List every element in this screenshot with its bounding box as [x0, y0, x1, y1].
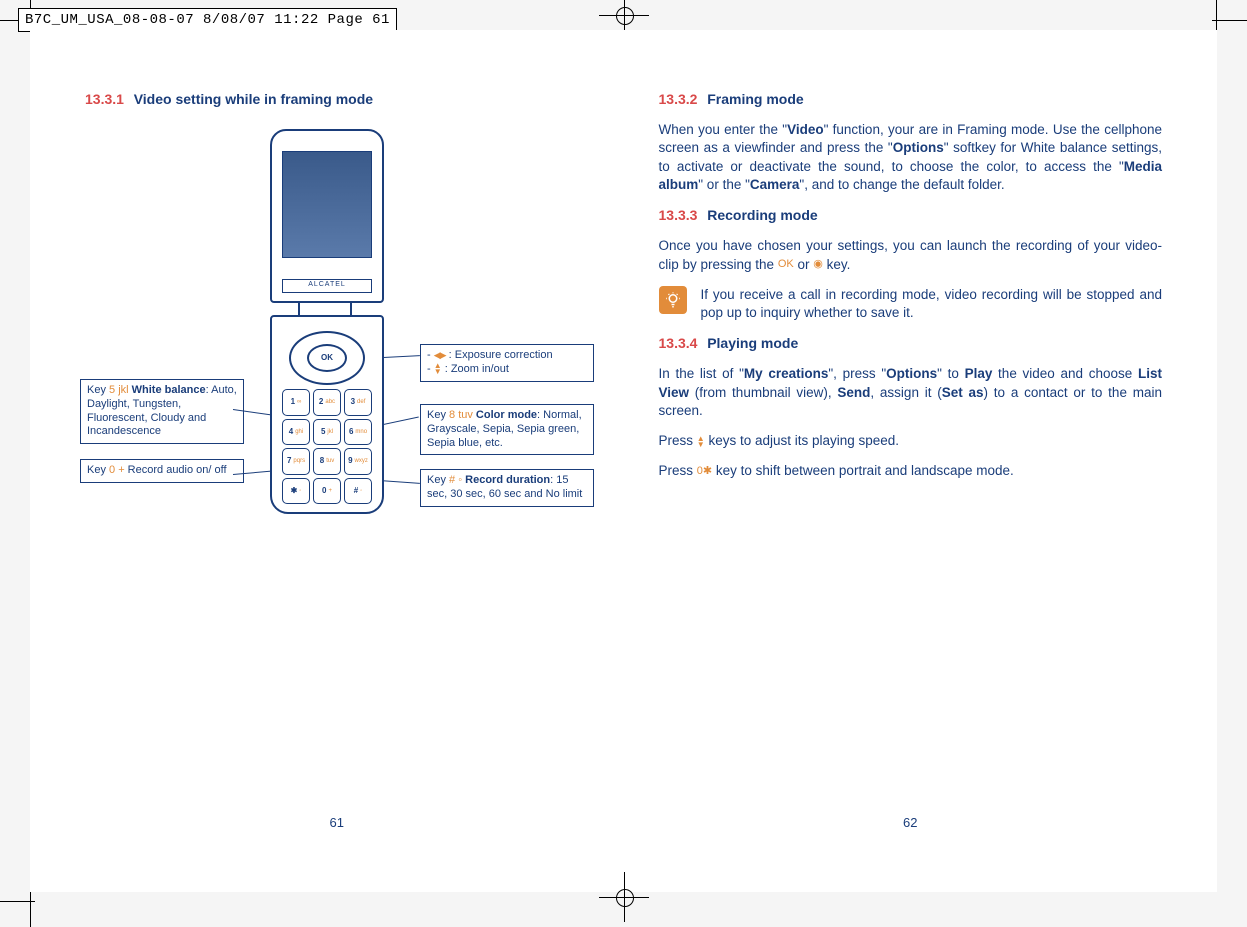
keypad-key: 0+: [313, 478, 341, 505]
camera-icon: ◉: [813, 259, 823, 270]
ok-icon: OK: [778, 259, 794, 270]
paragraph: In the list of "My creations", press "Op…: [659, 365, 1163, 420]
page-number: 62: [903, 814, 917, 832]
keypad-key: #◦: [344, 478, 372, 505]
dpad-icon: OK: [289, 331, 365, 385]
keypad-key: 6mno: [344, 419, 372, 446]
keypad-key: 1∞: [282, 389, 310, 416]
paragraph: Press 0✱ key to shift between portrait a…: [659, 462, 1163, 480]
keypad-key: 5jkl: [313, 419, 341, 446]
paragraph: Once you have chosen your settings, you …: [659, 237, 1163, 273]
section-title: Video setting while in framing mode: [134, 91, 373, 107]
ok-button-icon: OK: [307, 344, 347, 372]
keypad-key: 8tuv: [313, 448, 341, 475]
section-number: 13.3.4: [659, 335, 698, 351]
crop-mark: [1212, 20, 1247, 21]
keypad-key: 3def: [344, 389, 372, 416]
phone-diagram: Key 5 jkl White balance: Auto, Daylight,…: [85, 129, 589, 659]
phone-brand-label: ALCATEL: [282, 279, 372, 293]
callout-exposure-zoom: - ◀▶ : Exposure correction - ▲▼ : Zoom i…: [420, 344, 594, 382]
page-number: 61: [330, 814, 344, 832]
keypad-key: 9wxyz: [344, 448, 372, 475]
phone-screen-icon: [282, 151, 372, 258]
registration-mark: [599, 872, 649, 922]
callout-record-audio: Key 0 + Record audio on/ off: [80, 459, 244, 483]
callout-record-duration: Key # ◦ Record duration: 15 sec, 30 sec,…: [420, 469, 594, 507]
keypad-key: 2abc: [313, 389, 341, 416]
callout-white-balance: Key 5 jkl White balance: Auto, Daylight,…: [80, 379, 244, 444]
callout-color-mode: Key 8 tuv Color mode: Normal, Grayscale,…: [420, 404, 594, 455]
tip-callout: If you receive a call in recording mode,…: [659, 286, 1163, 322]
paragraph: Press ▲▼ keys to adjust its playing spee…: [659, 432, 1163, 450]
keypad-key: 7pqrs: [282, 448, 310, 475]
tip-lightbulb-icon: [659, 286, 687, 314]
section-title: Playing mode: [707, 335, 798, 351]
paragraph: When you enter the "Video" function, you…: [659, 121, 1163, 194]
section-number: 13.3.3: [659, 207, 698, 223]
keypad-key: ✱◦: [282, 478, 310, 505]
updown-arrows-icon: ▲▼: [697, 436, 705, 448]
rotate-icon: 0✱: [697, 466, 712, 477]
left-page-column: 13.3.1 Video setting while in framing mo…: [85, 90, 589, 832]
section-title: Recording mode: [707, 207, 817, 223]
page-sheet: 13.3.1 Video setting while in framing mo…: [30, 30, 1217, 892]
tip-text: If you receive a call in recording mode,…: [701, 286, 1163, 322]
keypad-key: 4ghi: [282, 419, 310, 446]
crop-mark: [30, 887, 31, 927]
phone-illustration: ALCATEL OK 1∞2abc3def 4ghi5jkl6mno 7pqrs8t…: [270, 129, 380, 514]
right-page-column: 13.3.2 Framing mode When you enter the "…: [659, 90, 1163, 832]
keypad: 1∞2abc3def 4ghi5jkl6mno 7pqrs8tuv9wxyz ✱◦0+…: [282, 389, 372, 504]
section-title: Framing mode: [707, 91, 803, 107]
section-number: 13.3.1: [85, 91, 124, 107]
print-page-header: B7C_UM_USA_08-08-07 8/08/07 11:22 Page 6…: [18, 8, 397, 32]
section-number: 13.3.2: [659, 91, 698, 107]
